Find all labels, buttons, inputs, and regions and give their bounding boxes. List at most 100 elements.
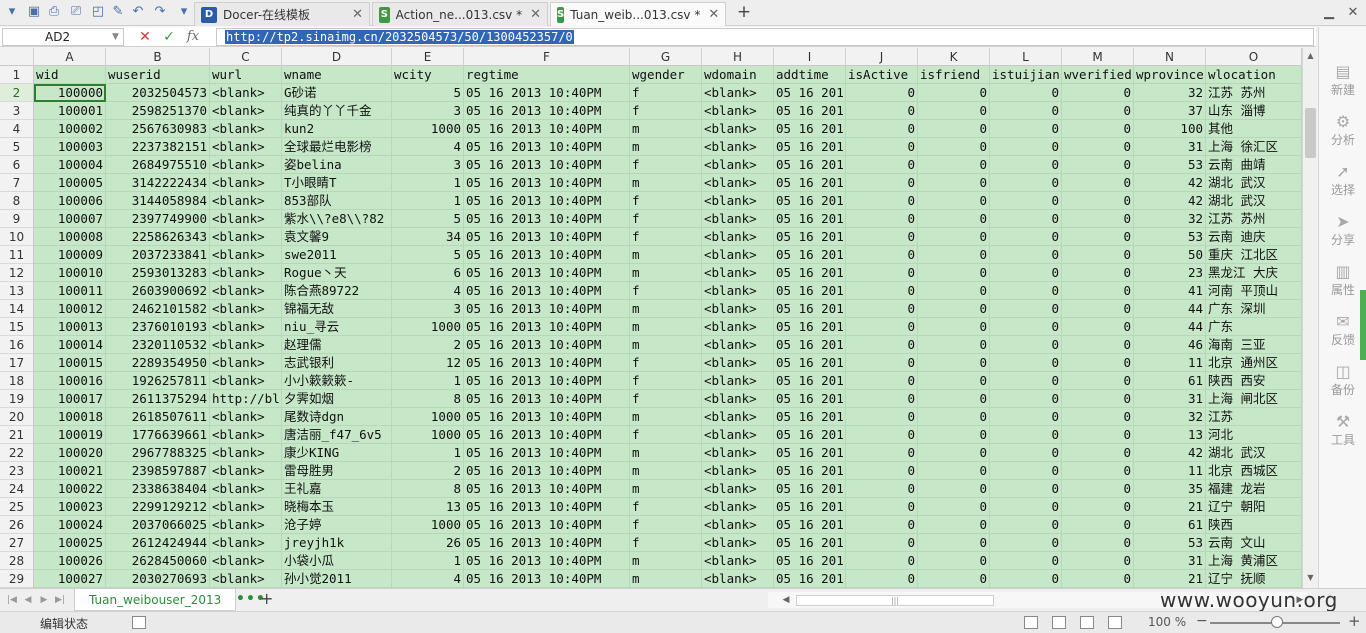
table-cell[interactable]: 2618507611	[106, 408, 210, 426]
table-cell[interactable]: 05 16 2013 10:40PM	[464, 174, 630, 192]
table-cell[interactable]: 1000	[392, 408, 464, 426]
table-cell[interactable]: 2611375294	[106, 390, 210, 408]
table-cell[interactable]: 云南 迪庆	[1206, 228, 1302, 246]
table-cell[interactable]: 0	[846, 534, 918, 552]
table-cell[interactable]: <blank>	[702, 408, 774, 426]
table-cell[interactable]: 0	[1062, 264, 1134, 282]
table-cell[interactable]: 0	[846, 228, 918, 246]
table-cell[interactable]: 0	[846, 282, 918, 300]
table-cell[interactable]: 05 16 201	[774, 300, 846, 318]
table-cell[interactable]: 0	[846, 570, 918, 588]
side-panel-collapse-handle[interactable]	[1360, 290, 1366, 360]
last-sheet-icon[interactable]: ▶|	[54, 592, 66, 608]
column-name-cell[interactable]: wuserid	[106, 66, 210, 84]
table-cell[interactable]: 100017	[34, 390, 106, 408]
table-cell[interactable]: 100003	[34, 138, 106, 156]
table-cell[interactable]: 0	[1062, 534, 1134, 552]
table-cell[interactable]: 0	[846, 84, 918, 102]
table-cell[interactable]: 13	[392, 498, 464, 516]
table-cell[interactable]: 0	[918, 102, 990, 120]
prev-sheet-icon[interactable]: ◀	[22, 592, 34, 608]
side-panel-item[interactable]: ➤ 分享	[1319, 213, 1366, 248]
table-cell[interactable]: 沧子婷	[282, 516, 392, 534]
table-cell[interactable]: 05 16 201	[774, 390, 846, 408]
table-cell[interactable]: 0	[1062, 354, 1134, 372]
table-cell[interactable]: 0	[846, 516, 918, 534]
side-panel-item[interactable]: ⚒ 工具	[1319, 413, 1366, 448]
row-header[interactable]: 18	[0, 372, 33, 390]
table-cell[interactable]: 100018	[34, 408, 106, 426]
table-cell[interactable]: 0	[1062, 408, 1134, 426]
table-cell[interactable]: 05 16 201	[774, 480, 846, 498]
table-cell[interactable]: 0	[918, 408, 990, 426]
table-cell[interactable]: 全球最烂电影榜	[282, 138, 392, 156]
table-cell[interactable]: <blank>	[210, 426, 282, 444]
table-cell[interactable]: 0	[1062, 228, 1134, 246]
table-cell[interactable]: 2320110532	[106, 336, 210, 354]
table-cell[interactable]: <blank>	[210, 192, 282, 210]
table-cell[interactable]: <blank>	[210, 210, 282, 228]
column-name-cell[interactable]: wgender	[630, 66, 702, 84]
table-cell[interactable]: 12	[392, 354, 464, 372]
table-cell[interactable]: <blank>	[702, 552, 774, 570]
table-cell[interactable]: 0	[918, 192, 990, 210]
row-header[interactable]: 10	[0, 228, 33, 246]
table-cell[interactable]: 锦福无敌	[282, 300, 392, 318]
table-cell[interactable]: Rogue丶天	[282, 264, 392, 282]
table-cell[interactable]: 0	[918, 228, 990, 246]
table-cell[interactable]: 辽宁 抚顺	[1206, 570, 1302, 588]
table-cell[interactable]: 100020	[34, 444, 106, 462]
export-pdf-icon[interactable]: ⎙	[46, 4, 62, 20]
table-cell[interactable]: <blank>	[702, 534, 774, 552]
row-header[interactable]: 16	[0, 336, 33, 354]
table-cell[interactable]: 100007	[34, 210, 106, 228]
table-cell[interactable]: 5	[392, 210, 464, 228]
table-cell[interactable]: 0	[846, 210, 918, 228]
table-cell[interactable]: 0	[918, 534, 990, 552]
table-cell[interactable]: 11	[1134, 354, 1206, 372]
table-cell[interactable]: 0	[846, 426, 918, 444]
row-header[interactable]: 27	[0, 534, 33, 552]
table-cell[interactable]: 夕霁如烟	[282, 390, 392, 408]
table-cell[interactable]: <blank>	[702, 372, 774, 390]
table-cell[interactable]: 河北	[1206, 426, 1302, 444]
table-cell[interactable]: 小小簌簌簌-	[282, 372, 392, 390]
table-cell[interactable]: <blank>	[702, 174, 774, 192]
table-cell[interactable]: 100024	[34, 516, 106, 534]
print-icon[interactable]: ⎚	[68, 4, 84, 20]
column-name-cell[interactable]: wname	[282, 66, 392, 84]
table-cell[interactable]: 4	[392, 138, 464, 156]
column-header-n[interactable]: N	[1134, 48, 1206, 66]
table-cell[interactable]: 05 16 201	[774, 336, 846, 354]
table-cell[interactable]: 2397749900	[106, 210, 210, 228]
table-cell[interactable]: 0	[918, 498, 990, 516]
table-cell[interactable]: 江苏 苏州	[1206, 84, 1302, 102]
column-header-h[interactable]: H	[702, 48, 774, 66]
column-header-o[interactable]: O	[1206, 48, 1302, 66]
table-cell[interactable]: <blank>	[210, 336, 282, 354]
spreadsheet-grid[interactable]: ABCDEFGHIJKLMNO 1 2 3 4 5 6 7 8 9 10 11 12 13 14 15 16 1…	[0, 48, 1302, 588]
table-cell[interactable]: 0	[846, 408, 918, 426]
table-cell[interactable]: 21	[1134, 570, 1206, 588]
table-cell[interactable]: 0	[1062, 462, 1134, 480]
table-cell[interactable]: 4	[392, 570, 464, 588]
table-cell[interactable]: 05 16 201	[774, 102, 846, 120]
format-painter-icon[interactable]: ✎	[110, 4, 126, 20]
column-name-cell[interactable]: isActive	[846, 66, 918, 84]
table-cell[interactable]: 0	[990, 408, 1062, 426]
table-cell[interactable]: 0	[1062, 120, 1134, 138]
table-cell[interactable]: 05 16 2013 10:40PM	[464, 408, 630, 426]
table-cell[interactable]: 2612424944	[106, 534, 210, 552]
table-cell[interactable]: 100021	[34, 462, 106, 480]
table-cell[interactable]: <blank>	[702, 156, 774, 174]
table-cell[interactable]: 35	[1134, 480, 1206, 498]
column-name-cell[interactable]: istuijian	[990, 66, 1062, 84]
table-cell[interactable]: <blank>	[210, 354, 282, 372]
reading-view-icon[interactable]	[1108, 616, 1122, 629]
table-cell[interactable]: <blank>	[702, 102, 774, 120]
table-cell[interactable]: http://bl	[210, 390, 282, 408]
tab-action-csv[interactable]: S Action_ne...013.csv * ✕	[372, 2, 548, 26]
table-cell[interactable]: 0	[1062, 174, 1134, 192]
table-cell[interactable]: 3	[392, 156, 464, 174]
table-cell[interactable]: 3	[392, 300, 464, 318]
